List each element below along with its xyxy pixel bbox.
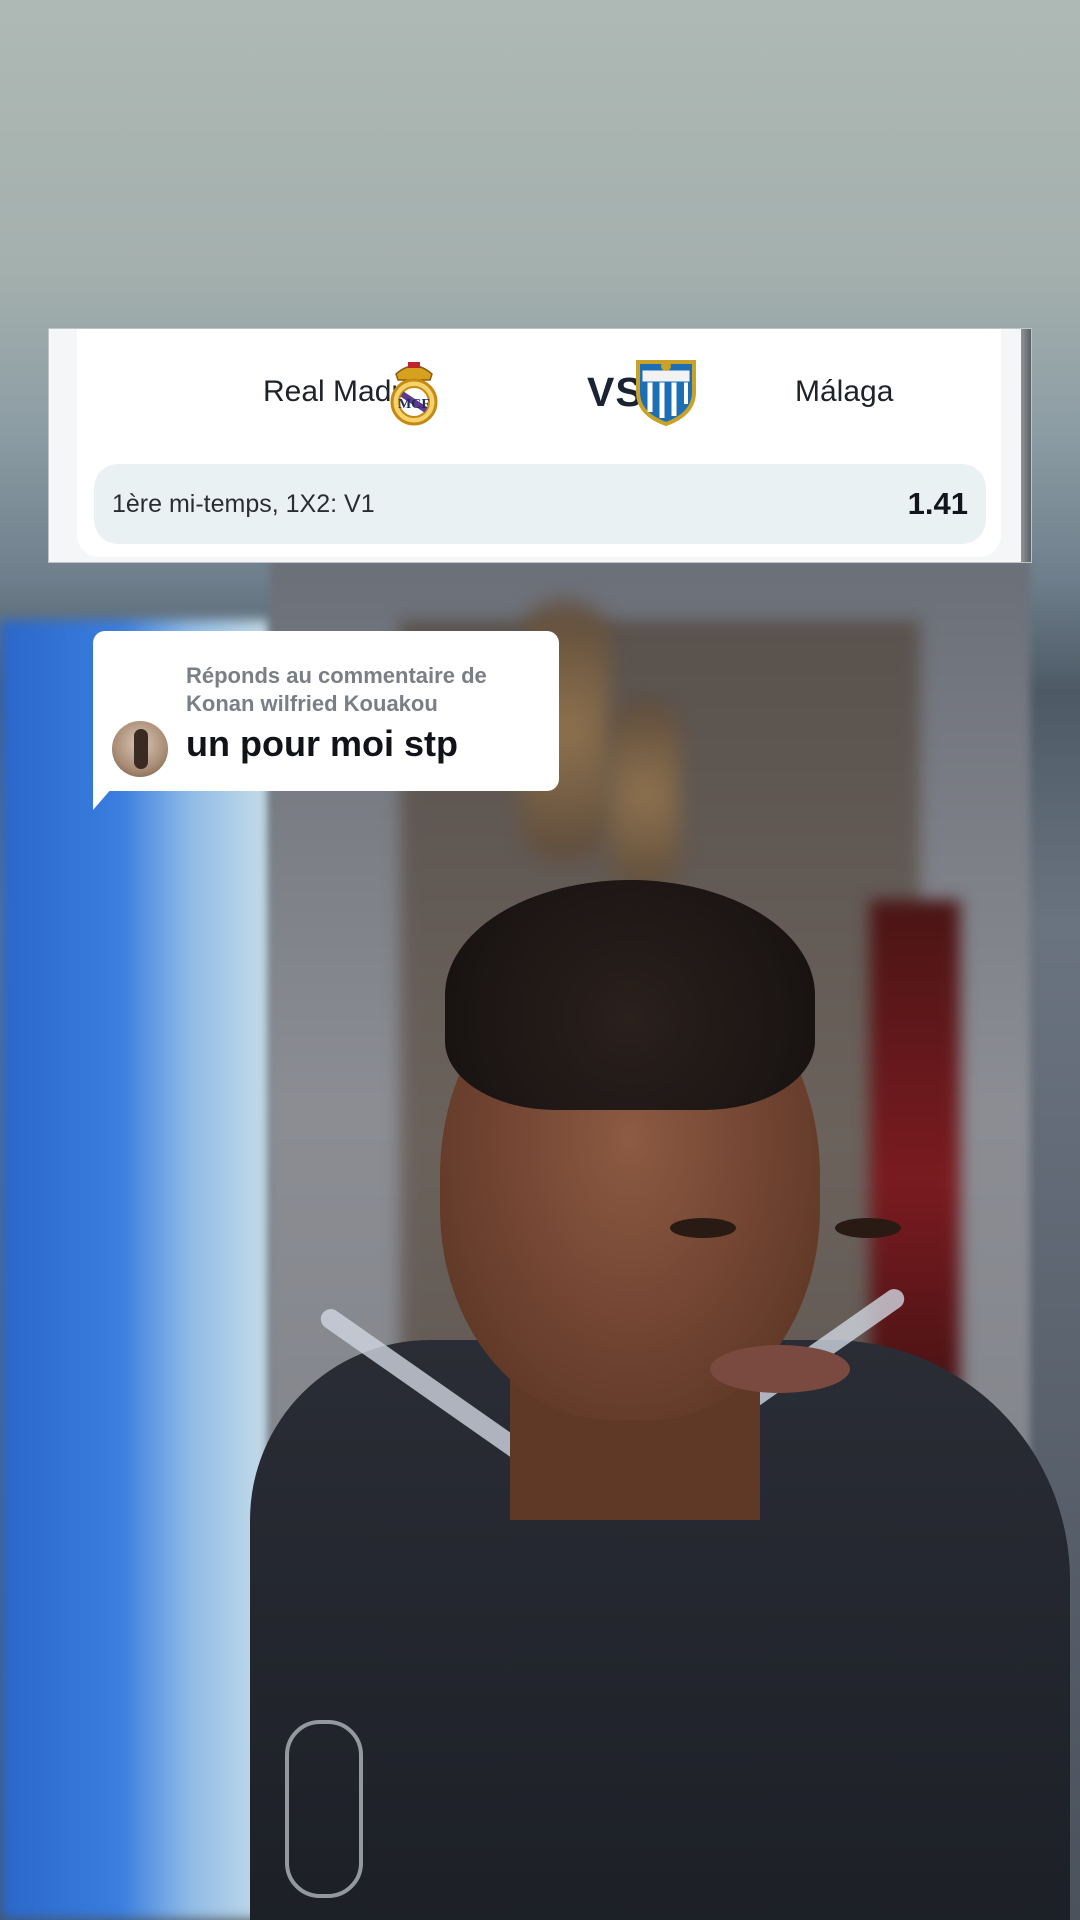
person: [250, 880, 1070, 1920]
bubble-tail: [93, 780, 119, 810]
blue-wall: [0, 620, 270, 1920]
reply-header: Réponds au commentaire de Konan wilfried…: [186, 663, 487, 716]
bet-odds-value: 1.41: [907, 486, 968, 521]
real-madrid-crest-icon: MCF: [390, 362, 438, 426]
commenter-avatar: [112, 721, 168, 777]
away-team-name: Málaga: [795, 375, 894, 408]
avatar-figure: [134, 729, 148, 769]
reply-comment-bubble[interactable]: Réponds au commentaire de Konan wilfried…: [93, 631, 559, 791]
bet-market-label: 1ère mi-temps, 1X2: V1: [112, 490, 375, 518]
video-background: [0, 0, 1080, 1920]
lamp: [610, 700, 680, 890]
eye: [835, 1218, 901, 1238]
mouth: [710, 1345, 850, 1393]
ticket-edge: [1021, 329, 1031, 562]
shirt-badge: [285, 1720, 363, 1898]
reply-comment-text: un pour moi stp: [186, 723, 458, 764]
hair: [445, 880, 815, 1110]
malaga-crest-icon: [636, 360, 696, 426]
bet-selection-row[interactable]: 1ère mi-temps, 1X2: V1 1.41: [94, 464, 986, 544]
svg-text:MCF: MCF: [398, 397, 430, 412]
eye: [670, 1218, 736, 1238]
